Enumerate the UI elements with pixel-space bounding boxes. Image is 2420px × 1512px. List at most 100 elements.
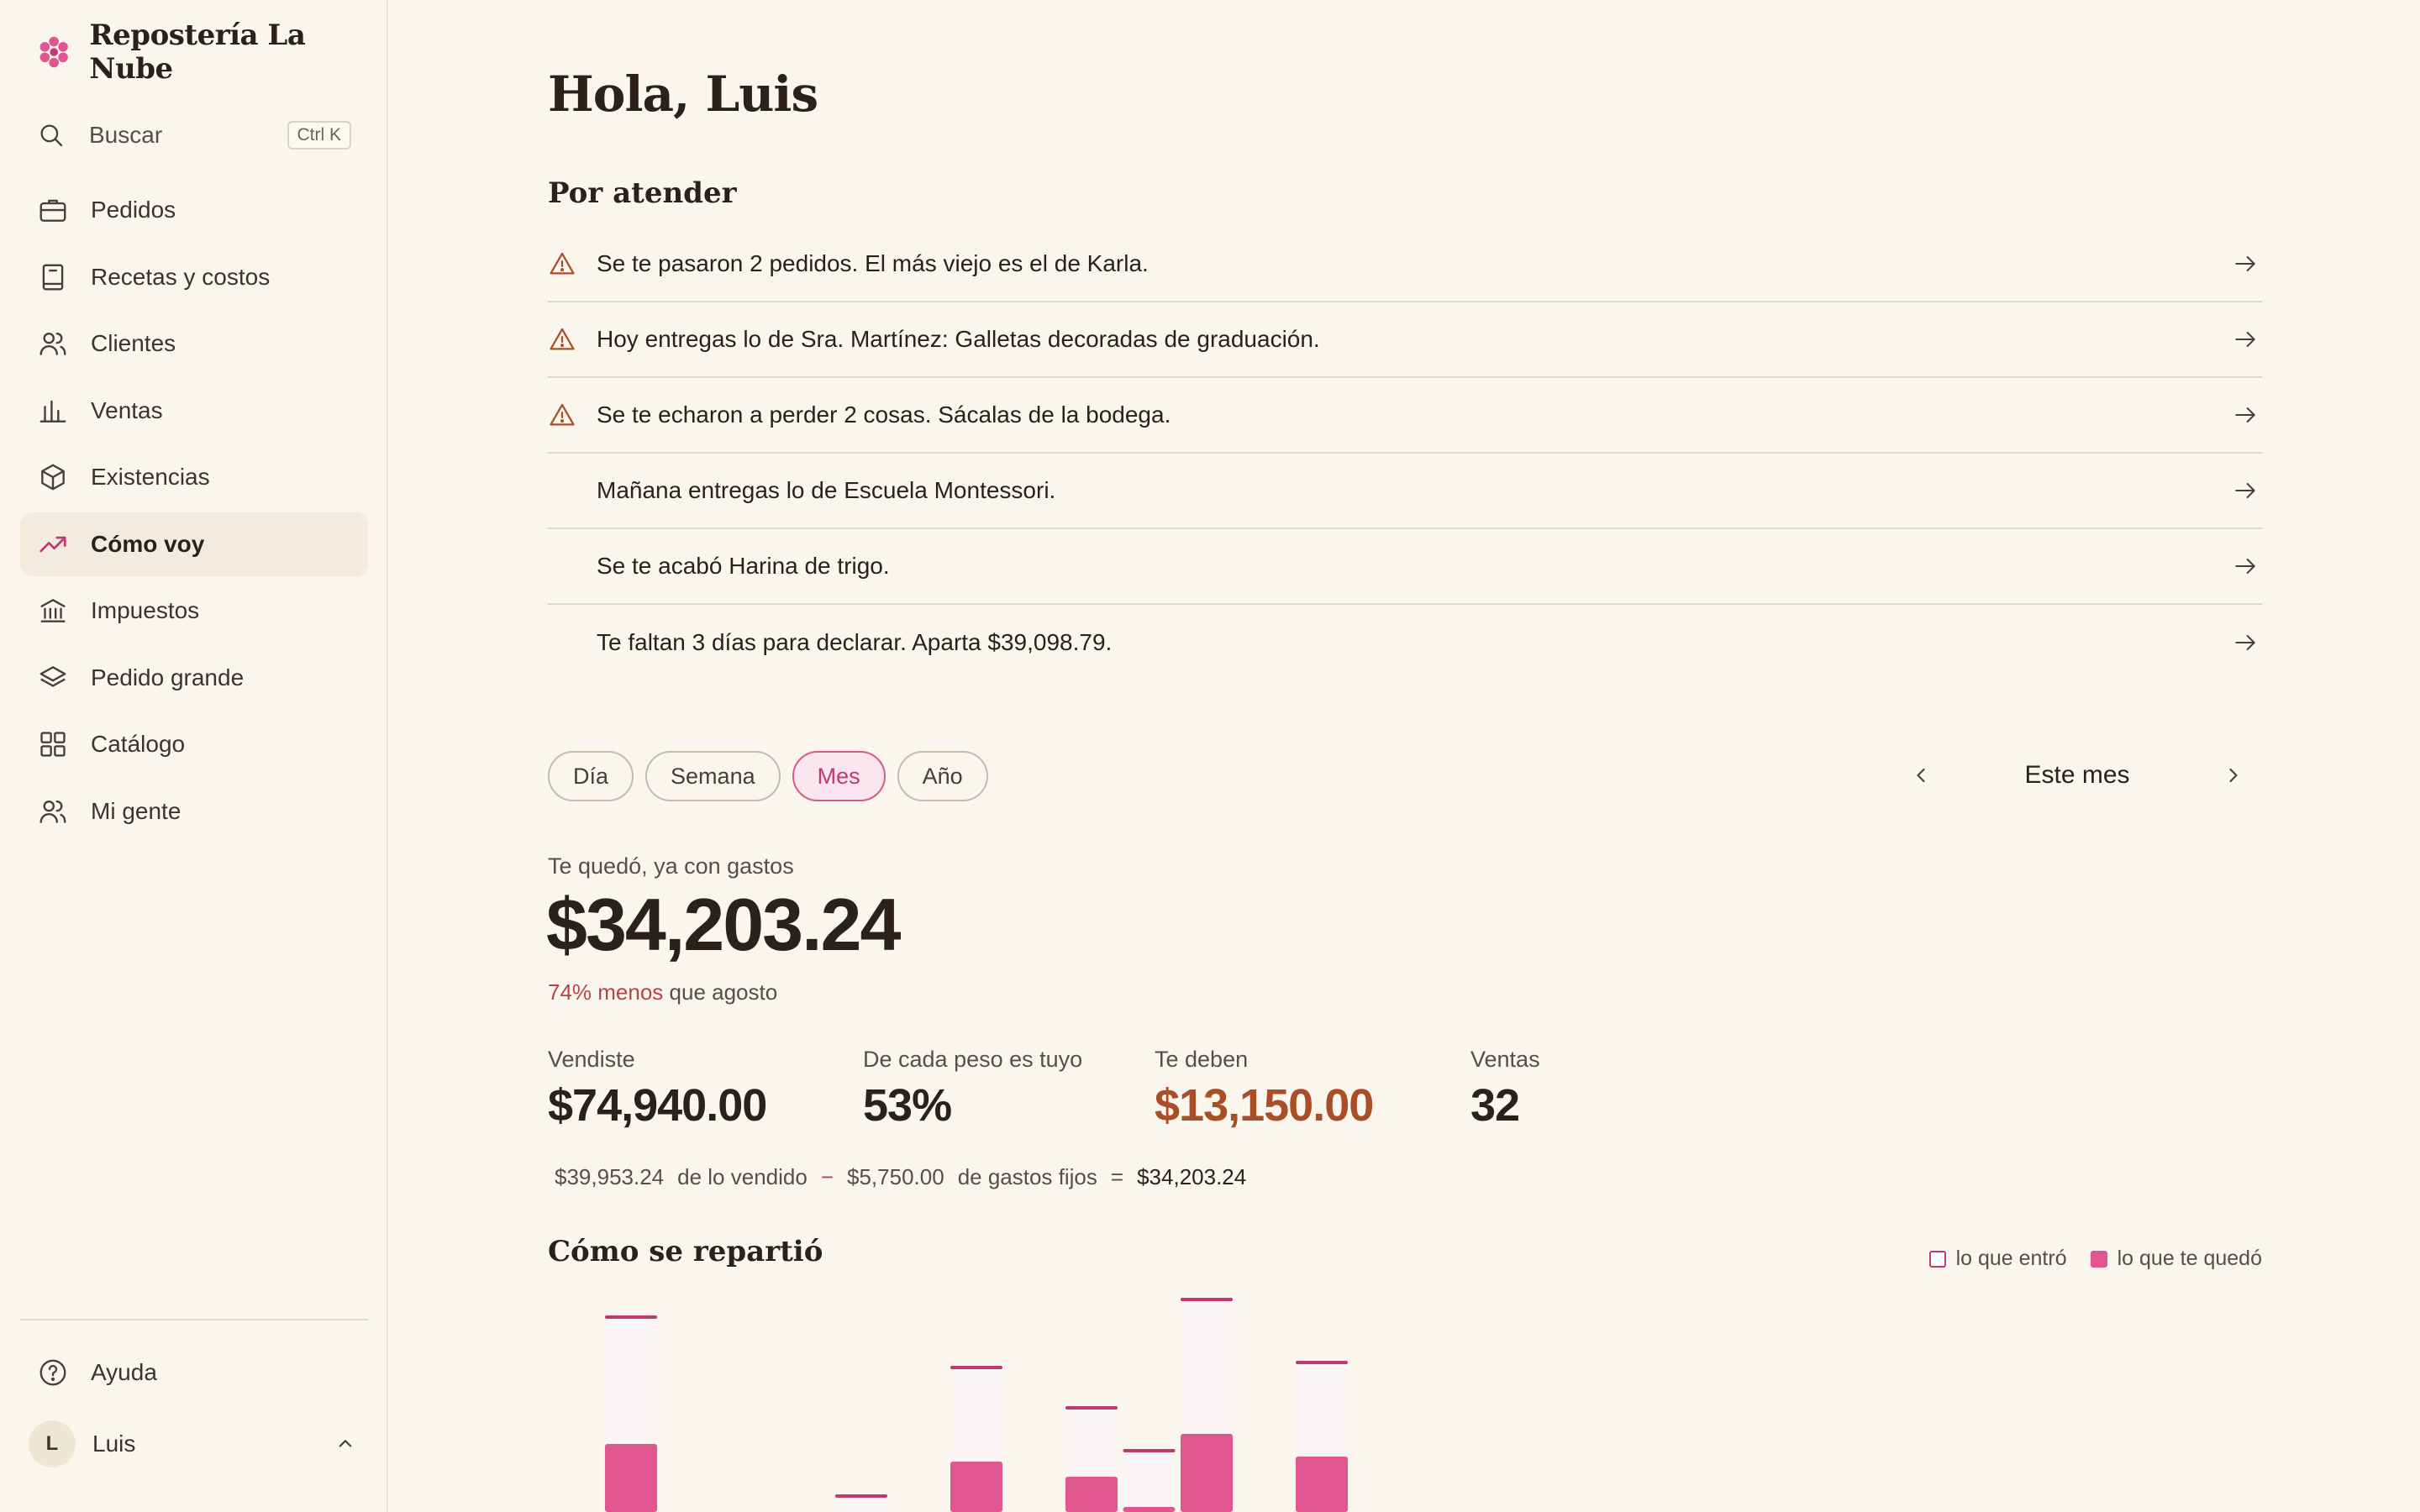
alerts-list: Se te pasaron 2 pedidos. El más viejo es… [548, 227, 2262, 680]
legend-item-in: lo que entró [1928, 1247, 2067, 1271]
profit-breakdown: $39,953.24 de lo vendido − $5,750.00 de … [555, 1164, 1246, 1190]
alert-text: Mañana entregas lo de Escuela Montessori… [597, 477, 1056, 503]
flower-logo-icon [39, 36, 68, 68]
breakdown-sold-text: de lo vendido [677, 1164, 808, 1189]
bar-group[interactable] [1123, 1449, 1176, 1512]
delta-rest: que agosto [663, 979, 778, 1005]
breakdown-minus: − [820, 1164, 834, 1189]
sidebar-item-catalogo[interactable]: Catálogo [20, 712, 368, 776]
sidebar-item-label: Recetas y costos [91, 263, 271, 290]
alert-row[interactable]: Hoy entregas lo de Sra. Martínez: Gallet… [548, 302, 2262, 378]
warning-icon [550, 252, 575, 275]
bar-income-cap [1123, 1449, 1176, 1452]
legend-swatch-in [1928, 1250, 1946, 1268]
distribution-chart [605, 1298, 1348, 1512]
sidebar-divider [20, 1319, 368, 1320]
alert-text: Se te pasaron 2 pedidos. El más viejo es… [597, 250, 1149, 276]
brand-name: Repostería La Nube [89, 18, 306, 86]
help-label: Ayuda [91, 1359, 157, 1385]
search-shortcut: Ctrl K [287, 121, 351, 150]
breakdown-sold-amount: $39,953.24 [555, 1164, 665, 1189]
alert-row[interactable]: Te faltan 3 días para declarar. Aparta $… [548, 605, 2262, 680]
sidebar-item-recetas[interactable]: Recetas y costos [20, 245, 368, 309]
help-icon [39, 1359, 66, 1386]
stat-label: Ventas [1470, 1047, 1540, 1072]
sidebar-item-label: Pedidos [91, 197, 176, 223]
stat-sales: Ventas 32 [1470, 1047, 1540, 1131]
sidebar-item-label: Catálogo [91, 731, 186, 757]
arrow-right-icon [2235, 256, 2255, 271]
sidebar-item-clientes[interactable]: Clientes [20, 312, 368, 375]
tab-mes[interactable]: Mes [792, 751, 886, 801]
bar-group[interactable] [835, 1494, 887, 1512]
legend-label-in: lo que entró [1955, 1247, 2067, 1270]
search-label: Buscar [89, 122, 163, 148]
team-icon [39, 800, 66, 823]
help-link[interactable]: Ayuda [37, 1352, 157, 1393]
sidebar-item-label: Impuestos [91, 597, 200, 623]
alert-row[interactable]: Se te echaron a perder 2 cosas. Sácalas … [548, 378, 2262, 454]
sidebar-item-existencias[interactable]: Existencias [20, 445, 368, 509]
search-button[interactable]: Buscar Ctrl K [37, 116, 351, 155]
delta-negative: 74% menos [548, 979, 664, 1005]
sidebar-nav: Pedidos Recetas y costos Clientes Ventas… [20, 178, 368, 846]
alert-row[interactable]: Se te pasaron 2 pedidos. El más viejo es… [548, 227, 2262, 302]
tab-ano[interactable]: Año [897, 751, 988, 801]
alert-row[interactable]: Mañana entregas lo de Escuela Montessori… [548, 454, 2262, 529]
bar-income-cap [605, 1315, 657, 1319]
breakdown-fixed-text: de gastos fijos [957, 1164, 1097, 1189]
legend-item-kept: lo que te quedó [2090, 1247, 2262, 1271]
sidebar-item-label: Clientes [91, 330, 176, 356]
breakdown-fixed-amount: $5,750.00 [847, 1164, 944, 1189]
search-icon [40, 124, 63, 147]
bar-kept [1296, 1457, 1348, 1512]
period-label: Este mes [2024, 761, 2130, 789]
bar-group[interactable] [1065, 1406, 1118, 1512]
period-navigator: Este mes [1901, 749, 2254, 801]
chevron-left-icon [1917, 768, 1925, 783]
users-icon [39, 332, 66, 355]
bar-group[interactable] [605, 1315, 657, 1512]
sidebar-item-ventas[interactable]: Ventas [20, 379, 368, 443]
bar-group[interactable] [950, 1366, 1002, 1512]
bar-income-cap [1181, 1298, 1233, 1301]
arrow-right-icon [2235, 483, 2255, 498]
stat-label: Te deben [1155, 1047, 1249, 1072]
stat-label: De cada peso es tuyo [863, 1047, 1083, 1072]
page-title: Hola, Luis [548, 66, 818, 123]
sidebar-item-como-voy[interactable]: Cómo voy [20, 512, 368, 576]
user-menu[interactable]: L Luis [29, 1420, 358, 1468]
briefcase-icon [39, 199, 66, 222]
warning-icon [550, 328, 575, 350]
stat-value: $74,940.00 [548, 1080, 767, 1131]
profit-value: $34,203.24 [546, 883, 901, 966]
sidebar-item-pedido-grande[interactable]: Pedido grande [20, 646, 368, 710]
book-icon [42, 264, 64, 290]
bar-group[interactable] [1181, 1298, 1233, 1512]
alert-text: Te faltan 3 días para declarar. Aparta $… [597, 629, 1113, 655]
stat-value: 32 [1470, 1080, 1520, 1131]
next-period-button[interactable] [2213, 755, 2254, 795]
legend-label-kept: lo que te quedó [2117, 1247, 2262, 1270]
sidebar-item-impuestos[interactable]: Impuestos [20, 579, 368, 643]
trending-up-icon [39, 536, 66, 552]
profit-label: Te quedó, ya con gastos [548, 853, 794, 879]
previous-period-button[interactable] [1901, 755, 1941, 795]
avatar: L [29, 1420, 76, 1467]
sidebar-item-pedidos[interactable]: Pedidos [20, 178, 368, 242]
sidebar-item-mi-gente[interactable]: Mi gente [20, 780, 368, 843]
tab-dia[interactable]: Día [548, 751, 634, 801]
brand[interactable]: Repostería La Nube [37, 18, 387, 86]
sidebar-item-label: Mi gente [91, 797, 182, 824]
bar-group[interactable] [1296, 1361, 1348, 1512]
stat-value: 53% [863, 1080, 952, 1131]
bar-income-cap [835, 1494, 887, 1498]
sidebar-item-label: Existencias [91, 464, 210, 490]
alert-row[interactable]: Se te acabó Harina de trigo. [548, 529, 2262, 605]
tab-semana[interactable]: Semana [645, 751, 781, 801]
stat-sold: Vendiste $74,940.00 [548, 1047, 767, 1131]
bar-kept [1065, 1477, 1118, 1512]
bar-chart-icon [39, 400, 66, 423]
arrow-right-icon [2235, 332, 2255, 347]
layers-icon [39, 665, 66, 687]
